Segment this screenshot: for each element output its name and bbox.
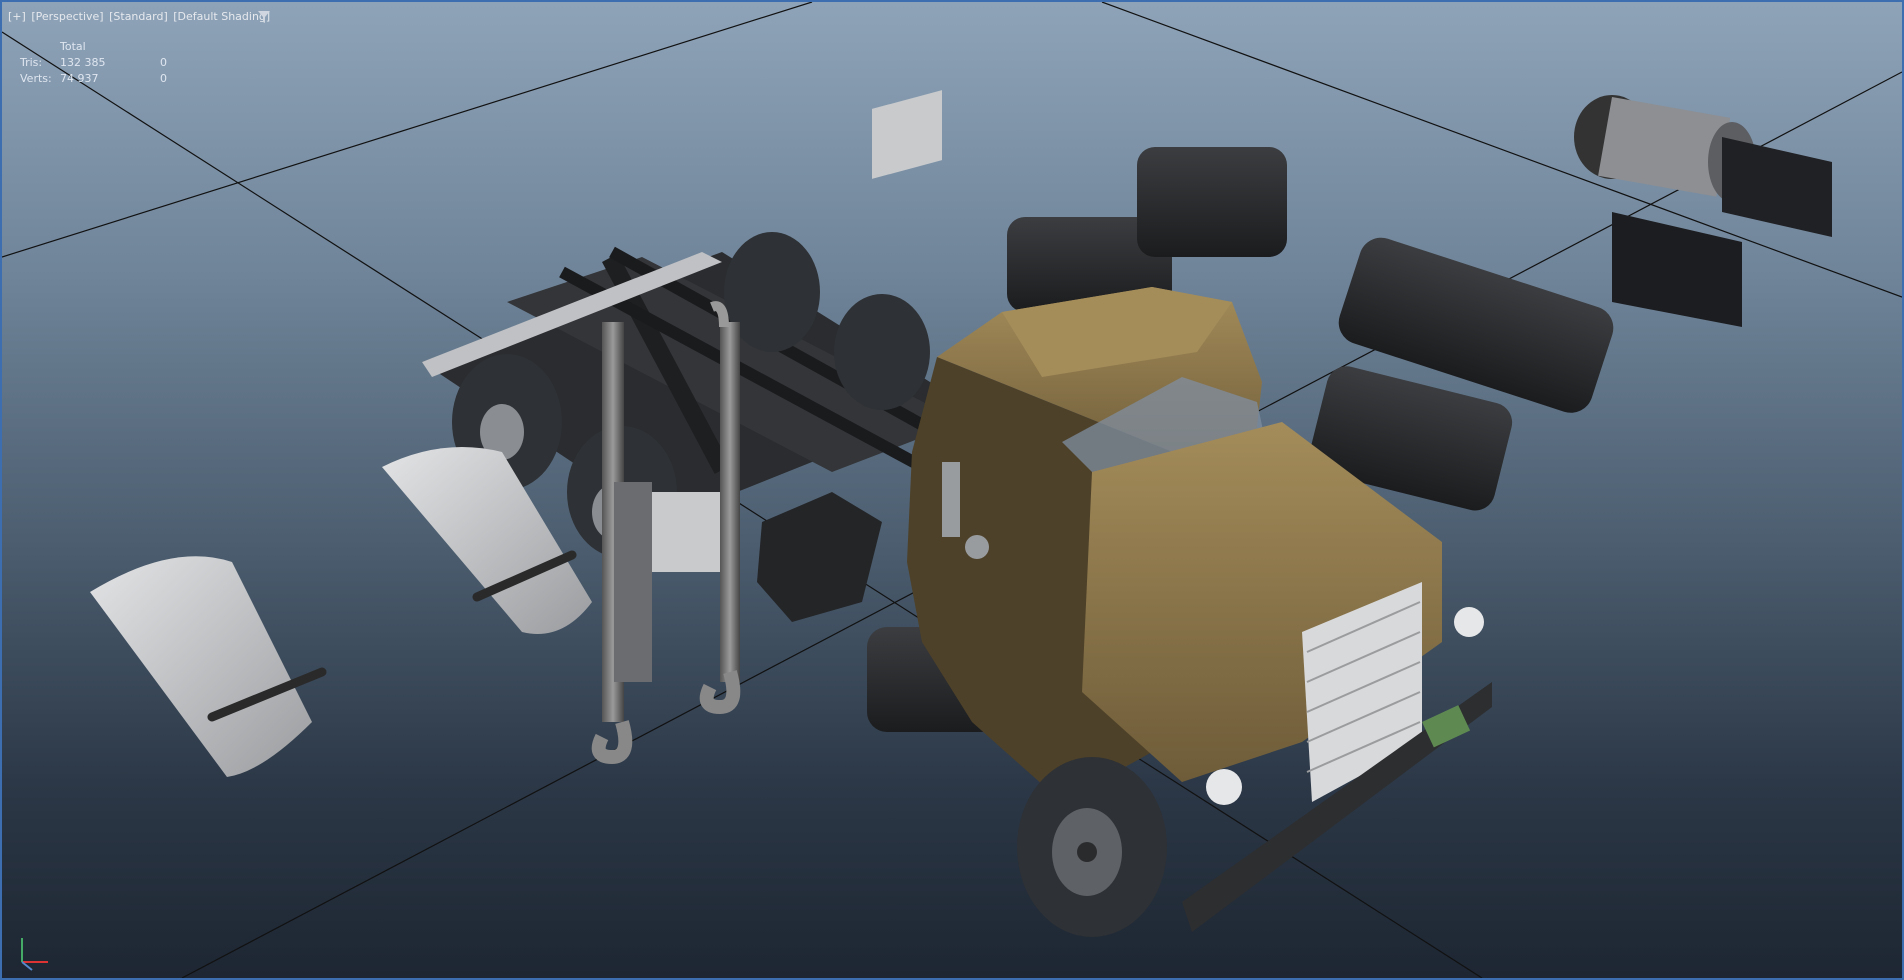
scene-canvas[interactable] <box>2 2 1902 978</box>
viewport-menu-plus[interactable]: [+] <box>8 10 26 23</box>
battery-box <box>757 492 882 622</box>
stats-row-tris: Tris: 132 385 0 <box>20 56 167 69</box>
stats-row-verts: Verts: 74 937 0 <box>20 72 167 85</box>
viewport-menu-standard[interactable]: [Standard] <box>109 10 168 23</box>
viewport-menu-shading[interactable]: [Default Shading] <box>173 10 270 23</box>
viewport-perspective[interactable]: [+] [Perspective] [Standard] [Default Sh… <box>0 0 1904 980</box>
fenders <box>90 447 592 777</box>
stats-header: Total <box>60 40 86 53</box>
filter-icon[interactable] <box>257 10 271 24</box>
front-tire <box>1017 757 1167 937</box>
viewport-label[interactable]: [+] [Perspective] [Standard] [Default Sh… <box>8 10 272 23</box>
axis-gizmo-icon <box>21 938 48 971</box>
viewport-menu-pov[interactable]: [Perspective] <box>31 10 103 23</box>
